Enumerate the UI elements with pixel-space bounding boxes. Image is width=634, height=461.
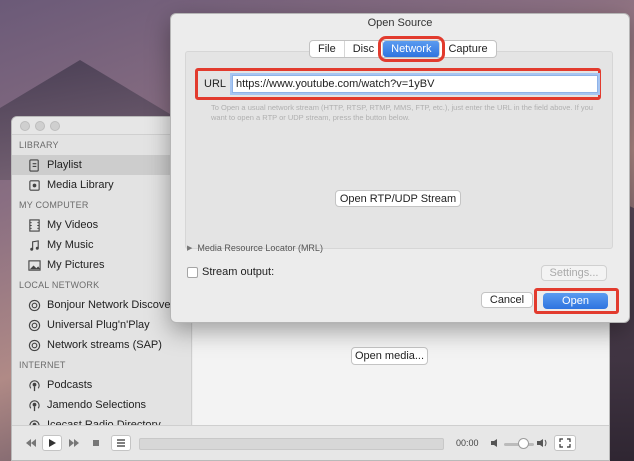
cancel-button[interactable]: Cancel xyxy=(481,292,533,308)
network-icon xyxy=(27,338,41,352)
sidebar-item-label: Podcasts xyxy=(47,379,93,391)
list-icon xyxy=(117,439,125,447)
music-note-icon xyxy=(27,238,41,252)
url-input[interactable] xyxy=(230,73,600,95)
sidebar: LIBRARY Playlist Media Library MY COMPUT… xyxy=(12,135,192,427)
sidebar-section-library: LIBRARY xyxy=(19,140,59,150)
minimize-window-button[interactable] xyxy=(35,121,45,131)
podcast-icon xyxy=(27,378,41,392)
url-label: URL xyxy=(204,78,227,90)
sidebar-item-my-videos[interactable]: My Videos xyxy=(12,215,191,235)
tab-capture[interactable]: Capture xyxy=(440,41,495,57)
dialog-title: Open Source xyxy=(367,17,433,29)
network-icon xyxy=(27,318,41,332)
sidebar-item-label: Bonjour Network Discovery xyxy=(47,299,180,311)
rewind-icon xyxy=(26,439,36,447)
sidebar-item-jamendo[interactable]: Jamendo Selections xyxy=(12,395,191,415)
play-icon xyxy=(49,439,56,447)
sidebar-section-internet: INTERNET xyxy=(19,360,66,370)
open-source-dialog: Open Source File Disc Network Capture UR… xyxy=(170,13,630,323)
fast-forward-button[interactable] xyxy=(64,435,84,451)
zoom-window-button[interactable] xyxy=(50,121,60,131)
open-media-button[interactable]: Open media... xyxy=(351,347,428,365)
source-tabs: File Disc Network Capture xyxy=(309,36,497,62)
sidebar-item-label: Media Library xyxy=(47,179,114,191)
time-display: 00:00 xyxy=(456,438,479,448)
sidebar-item-sap[interactable]: Network streams (SAP) xyxy=(12,335,191,355)
sidebar-item-label: Network streams (SAP) xyxy=(47,339,162,351)
film-icon xyxy=(27,218,41,232)
sidebar-section-my-computer: MY COMPUTER xyxy=(19,200,89,210)
sidebar-item-bonjour[interactable]: Bonjour Network Discovery xyxy=(12,295,191,315)
stream-output-checkbox[interactable] xyxy=(187,266,198,278)
open-rtp-udp-stream-button[interactable]: Open RTP/UDP Stream xyxy=(335,190,461,207)
sidebar-item-label: My Videos xyxy=(47,219,99,231)
tab-network[interactable]: Network xyxy=(378,36,446,62)
sidebar-item-label: Jamendo Selections xyxy=(47,399,147,411)
settings-button[interactable]: Settings... xyxy=(541,265,607,281)
sidebar-item-playlist[interactable]: Playlist xyxy=(12,155,191,175)
sidebar-item-label: Universal Plug'n'Play xyxy=(47,319,150,331)
tab-file[interactable]: File xyxy=(310,41,345,57)
volume-max-button[interactable] xyxy=(536,435,548,451)
speaker-high-icon xyxy=(537,439,547,447)
stream-output-label: Stream output: xyxy=(202,266,275,278)
stop-icon xyxy=(93,440,99,446)
sidebar-item-label: Playlist xyxy=(47,159,82,171)
stream-output-row: Stream output: xyxy=(187,266,274,278)
mrl-label: Media Resource Locator (MRL) xyxy=(197,243,323,253)
sidebar-item-podcasts[interactable]: Podcasts xyxy=(12,375,191,395)
playback-controls: 00:00 xyxy=(12,425,609,460)
sidebar-item-label: My Music xyxy=(47,239,94,251)
sidebar-section-local-network: LOCAL NETWORK xyxy=(19,280,100,290)
open-button[interactable]: Open xyxy=(543,293,608,309)
playlist-toggle-button[interactable] xyxy=(111,435,131,451)
picture-icon xyxy=(27,258,41,272)
mrl-disclosure[interactable]: ▶ Media Resource Locator (MRL) xyxy=(187,243,323,253)
close-window-button[interactable] xyxy=(20,121,30,131)
playlist-icon xyxy=(27,158,41,172)
play-button[interactable] xyxy=(42,435,62,451)
sidebar-item-label: My Pictures xyxy=(47,259,105,271)
rewind-button[interactable] xyxy=(20,435,42,451)
network-icon xyxy=(27,298,41,312)
seek-bar[interactable] xyxy=(139,438,444,450)
sidebar-item-media-library[interactable]: Media Library xyxy=(12,175,191,195)
mute-button[interactable] xyxy=(490,435,502,451)
stop-button[interactable] xyxy=(88,435,104,451)
sidebar-item-my-music[interactable]: My Music xyxy=(12,235,191,255)
fullscreen-button[interactable] xyxy=(554,435,576,451)
network-help-text: To Open a usual network stream (HTTP, RT… xyxy=(211,103,593,122)
url-row: URL xyxy=(195,68,601,100)
fullscreen-icon xyxy=(559,438,571,448)
volume-knob[interactable] xyxy=(518,438,529,449)
music-icon xyxy=(27,178,41,192)
speaker-low-icon xyxy=(491,439,497,447)
fast-forward-icon xyxy=(69,439,79,447)
sidebar-item-my-pictures[interactable]: My Pictures xyxy=(12,255,191,275)
tab-disc[interactable]: Disc xyxy=(345,41,384,57)
podcast-icon xyxy=(27,398,41,412)
disclosure-triangle-icon: ▶ xyxy=(187,245,193,252)
sidebar-item-upnp[interactable]: Universal Plug'n'Play xyxy=(12,315,191,335)
